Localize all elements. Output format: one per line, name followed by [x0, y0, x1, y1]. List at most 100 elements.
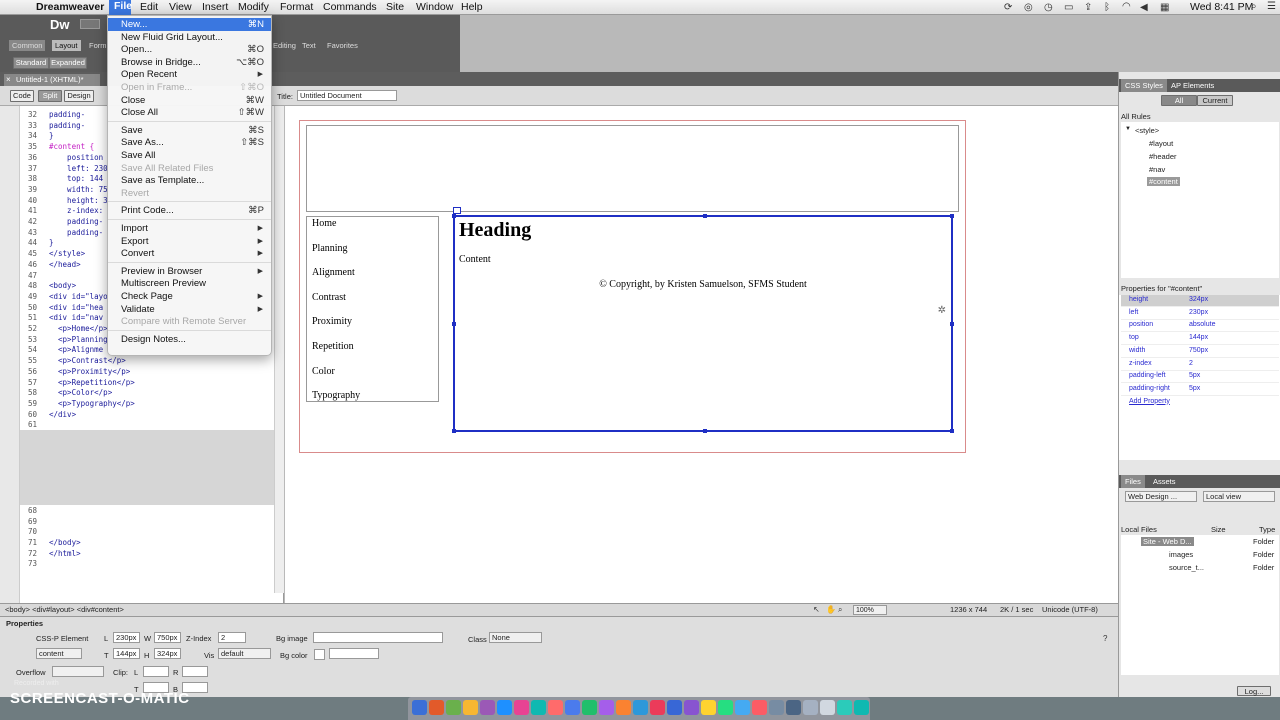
height-field[interactable]: 324px — [154, 648, 181, 659]
rule-style[interactable]: <style> — [1135, 126, 1159, 135]
resize-handle[interactable] — [950, 322, 954, 326]
dock-app-icon[interactable] — [633, 700, 648, 715]
dock-app-icon[interactable] — [565, 700, 580, 715]
nav-item[interactable]: Typography — [312, 390, 360, 401]
menu-view[interactable]: View — [169, 1, 192, 14]
dock-app-icon[interactable] — [497, 700, 512, 715]
select-tool-icon[interactable]: ↖ — [813, 604, 820, 616]
notifications-icon[interactable]: ☰ — [1267, 1, 1276, 13]
code-line[interactable]: top: 144 — [49, 174, 103, 183]
file-menu-item[interactable]: Validate ▶ — [108, 303, 271, 316]
css-property-row[interactable]: padding-right 5px — [1121, 383, 1279, 396]
dock-app-icon[interactable] — [480, 700, 495, 715]
tab-ap-elements[interactable]: AP Elements — [1167, 79, 1218, 92]
code-line[interactable]: </div> — [49, 410, 76, 419]
timer-icon[interactable]: ◷ — [1044, 2, 1053, 14]
bgcolor-swatch[interactable] — [314, 649, 325, 660]
code-line[interactable]: padding- — [49, 228, 103, 237]
vis-select[interactable]: default — [218, 648, 271, 659]
code-line[interactable]: </head> — [49, 260, 81, 269]
tab-form[interactable]: Form — [86, 40, 110, 51]
menu-help[interactable]: Help — [461, 1, 483, 14]
dock-app-icon[interactable] — [684, 700, 699, 715]
clip-right-field[interactable] — [182, 666, 208, 677]
code-line[interactable]: z-index: — [49, 206, 103, 215]
col-size[interactable]: Size — [1211, 525, 1226, 534]
file-row-source[interactable]: source_t... — [1169, 563, 1204, 572]
doc-tab[interactable]: Untitled-1 (XHTML)* — [4, 74, 100, 86]
flag-icon[interactable]: ▦ — [1160, 2, 1169, 14]
dock-app-icon[interactable] — [786, 700, 801, 715]
dock-app-icon[interactable] — [446, 700, 461, 715]
all-mode-button[interactable]: All — [1161, 95, 1197, 106]
file-menu-item[interactable]: Design Notes... — [108, 333, 271, 346]
css-property-row[interactable]: left 230px — [1121, 307, 1279, 320]
css-property-row[interactable]: padding-left 5px — [1121, 371, 1279, 384]
tab-layout[interactable]: Layout — [52, 40, 81, 51]
code-line[interactable]: <p>Color</p> — [49, 388, 112, 397]
nav-item[interactable]: Proximity — [312, 316, 352, 327]
design-view-button[interactable]: Design — [64, 90, 94, 102]
resize-handle[interactable] — [703, 214, 707, 218]
status-icon[interactable]: ◎ — [1024, 2, 1033, 14]
tab-assets[interactable]: Assets — [1149, 475, 1180, 488]
file-menu-item[interactable]: Browse in Bridge... ⌥⌘O — [108, 56, 271, 69]
tab-favorites[interactable]: Favorites — [324, 40, 361, 51]
zoom-select[interactable]: 100% — [853, 605, 887, 615]
resize-handle[interactable] — [950, 214, 954, 218]
nav-div[interactable]: Home Planning Alignment Contrast Proximity Re… — [306, 216, 439, 402]
menu-insert[interactable]: Insert — [202, 1, 228, 14]
tag-selector[interactable]: <body> <div#layout> <div#content> — [5, 605, 124, 614]
menu-format[interactable]: Format — [280, 1, 313, 14]
menu-site[interactable]: Site — [386, 1, 404, 14]
help-icon[interactable]: ? — [1103, 633, 1107, 645]
dock-app-icon[interactable] — [667, 700, 682, 715]
expand-arrow-icon[interactable]: ▼ — [1125, 126, 1131, 132]
rule-header[interactable]: #header — [1149, 152, 1177, 161]
dock-app-icon[interactable] — [514, 700, 529, 715]
content-div[interactable]: Heading Content © Copyright, by Kristen … — [452, 214, 954, 433]
dock-app-icon[interactable] — [463, 700, 478, 715]
file-menu-item[interactable]: Save As... ⇧⌘S — [108, 136, 271, 149]
file-menu-item[interactable]: Open... ⌘O — [108, 43, 271, 56]
dock-app-icon[interactable] — [769, 700, 784, 715]
zoom-tool-icon[interactable]: ⌕ — [838, 604, 842, 616]
bluetooth-icon[interactable]: ᛒ — [1104, 2, 1110, 14]
dock-app-icon[interactable] — [752, 700, 767, 715]
class-select[interactable]: None — [489, 632, 542, 643]
top-field[interactable]: 144px — [113, 648, 140, 659]
css-property-value[interactable]: 750px — [1189, 347, 1208, 354]
code-line[interactable]: } — [49, 238, 54, 247]
file-menu-item[interactable]: Close ⌘W — [108, 94, 271, 107]
file-menu-item[interactable]: Multiscreen Preview — [108, 277, 271, 290]
id-select[interactable]: content — [36, 648, 82, 659]
code-line[interactable]: <p>Alignme — [49, 345, 103, 354]
code-line[interactable]: <div id="hea — [49, 303, 103, 312]
code-line[interactable]: height: 3 — [49, 196, 108, 205]
layout-div[interactable]: Home Planning Alignment Contrast Proximity Re… — [299, 120, 966, 453]
file-menu-item[interactable]: New... ⌘N — [108, 18, 271, 31]
code-line[interactable]: padding- — [49, 217, 103, 226]
upload-icon[interactable]: ⇪ — [1084, 2, 1092, 14]
rule-layout[interactable]: #layout — [1149, 139, 1173, 148]
view-select[interactable]: Local view — [1203, 491, 1275, 502]
copyright-paragraph[interactable]: © Copyright, by Kristen Samuelson, SFMS … — [455, 279, 951, 290]
dock-app-icon[interactable] — [412, 700, 427, 715]
content-paragraph[interactable]: Content — [459, 254, 491, 265]
dock-app-icon[interactable] — [803, 700, 818, 715]
nav-item[interactable]: Contrast — [312, 292, 346, 303]
tab-text[interactable]: Text — [299, 40, 319, 51]
volume-icon[interactable]: ◀ — [1140, 2, 1148, 14]
code-line[interactable]: <div id="layo — [49, 292, 108, 301]
code-line[interactable]: <p>Planning — [49, 335, 108, 344]
bgimage-field[interactable] — [313, 632, 443, 643]
menu-edit[interactable]: Edit — [140, 1, 158, 14]
wifi-icon[interactable]: ◠ — [1122, 1, 1131, 13]
app-menu[interactable]: Dreamweaver — [36, 1, 104, 14]
split-view-button[interactable]: Split — [38, 90, 62, 102]
header-div[interactable] — [306, 125, 959, 212]
nav-item[interactable]: Planning — [312, 243, 348, 254]
file-menu-item[interactable]: Save ⌘S — [108, 124, 271, 137]
file-menu-item[interactable]: Import ▶ — [108, 222, 271, 235]
spotlight-icon[interactable]: ⌕ — [1251, 1, 1257, 13]
